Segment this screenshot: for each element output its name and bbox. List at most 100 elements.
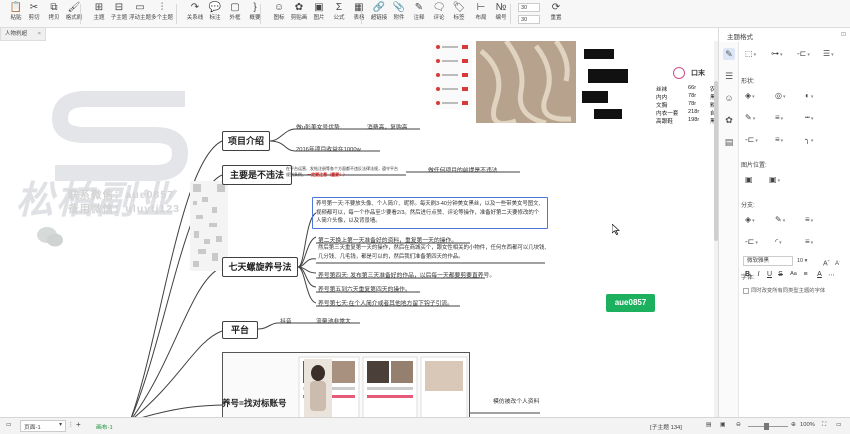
branch-fill-button[interactable]: ◈▾ — [745, 214, 755, 226]
green-label-tag[interactable]: aue0857 — [606, 294, 655, 312]
note-tab-icon[interactable]: ▤ — [723, 136, 735, 148]
toolbar-button-11[interactable]: } 概要 — [244, 2, 266, 26]
italic-button[interactable]: I — [754, 271, 763, 281]
connector-style-button[interactable]: -⊏▾ — [745, 134, 758, 146]
comment-icon: 🗨 — [432, 2, 446, 13]
style-tab-icon[interactable]: ✎ — [723, 48, 735, 60]
branch-connector-button[interactable]: -⊏▾ — [745, 236, 758, 248]
branch-structure-button[interactable]: ⊶▾ — [771, 48, 783, 60]
subtopic-premise[interactable]: 做任何项目的前提是不违法 — [428, 165, 498, 174]
zoom-out-button[interactable]: ⊖ — [736, 422, 741, 428]
border-width-button[interactable]: ≡▾ — [775, 112, 783, 124]
topic-not-illegal[interactable]: 主要是不违法 — [222, 165, 292, 185]
font-size-value: 10 — [797, 258, 804, 264]
legal-note-emphasis: 一定要注意（重要！） — [307, 172, 348, 177]
mindmap-canvas[interactable]: 松柏副业 联系微信：aue0857 备用微信：uluytj123 口末 丝袜 6… — [0, 41, 718, 417]
subtopic-day4[interactable]: 养号第四天: 发布第三天准备好的作品，以后每一天都要剪要直养号。 — [318, 270, 495, 279]
price-table: 丝袜 66r 农内内 78r 黑文胸 78r 默内衣一套 218r 自高跟鞋 198r 黑 — [656, 85, 718, 125]
subtopic-day1-selected[interactable]: 养号第一天:不要放头像、个人简介、昵称。每天刷3-40分钟美女黑丝，以及一些带美… — [312, 197, 548, 229]
spacing-input-2[interactable]: 30 — [518, 15, 540, 24]
border-style-button[interactable]: ┅▾ — [805, 112, 813, 124]
sidebar-toggle-icon[interactable]: ▭ — [6, 422, 11, 428]
outline-tab-icon[interactable]: ☰ — [723, 70, 735, 82]
sheet-tab[interactable]: 画布-1 — [96, 422, 113, 431]
page-menu-icon[interactable]: ⋮ — [68, 422, 74, 428]
font-family-value: 微软雅黑 — [747, 258, 770, 264]
connector-width-button[interactable]: ≡▾ — [775, 134, 783, 146]
page-selector[interactable]: 页面-1 ▾ — [20, 420, 66, 432]
spacing-input-1[interactable]: 30 — [518, 3, 540, 12]
document-tab-title: 人物刹超 — [5, 31, 28, 37]
toolbar-button-3[interactable]: 🖌 格式刷 — [63, 2, 85, 26]
numbering-icon: № — [495, 2, 507, 13]
topic-platform[interactable]: 平台 — [222, 321, 258, 339]
topic-benchmark-account[interactable]: 养号=找对标账号 — [222, 395, 286, 413]
checkbox-box[interactable] — [743, 287, 749, 294]
subtopic-day5-6[interactable]: 养号第五到六天重复第四天的操作。 — [318, 284, 411, 293]
presentation-icon[interactable]: ▭ — [836, 422, 841, 428]
font-grow-button[interactable]: A+ — [823, 255, 830, 267]
text-case-button[interactable]: Aa — [789, 271, 798, 281]
corner-button[interactable]: ╮▾ — [805, 134, 813, 146]
font-family-select[interactable]: 微软雅黑 — [743, 256, 793, 266]
clipart-tab-icon[interactable]: ✿ — [723, 114, 735, 126]
document-tab[interactable]: 人物刹超 × — [0, 28, 46, 41]
add-page-button[interactable]: + — [76, 420, 81, 429]
subtopic-high-consumption[interactable]: 消费高，复购高 — [367, 122, 408, 131]
subtopic-advantage[interactable]: 做u彭美女号优势 — [296, 122, 340, 131]
day1-text: 养号第一天:不要放头像、个人简介、昵称。每天刷3-40分钟美女黑丝，以及一些带美… — [316, 201, 544, 225]
bold-button[interactable]: B — [743, 271, 752, 281]
branch-curve-button[interactable]: ◜▾ — [775, 236, 782, 248]
more-format-button[interactable]: ⋯ — [827, 271, 836, 281]
underline-button[interactable]: U — [765, 271, 774, 281]
font-shrink-button[interactable]: A- — [835, 255, 840, 267]
product-list-thumbnail — [432, 41, 472, 109]
subtopic-day3[interactable]: 然后第三天重复第一天的操作，然后在商城买个，跟女性相关的小物件，任何东西都可以几… — [318, 244, 550, 261]
toolbar-button-7[interactable]: ⫶ 多个主题 — [151, 2, 173, 26]
shape-button[interactable]: ◎▾ — [775, 90, 786, 102]
icon-tab-icon[interactable]: ☺ — [723, 92, 735, 104]
connector-button[interactable]: -⊏▾ — [797, 48, 810, 60]
align-button[interactable]: ☰▾ — [823, 48, 834, 60]
copy-icon: ⧉ — [50, 2, 58, 13]
topic-project-intro[interactable]: 项目介绍 — [222, 131, 270, 151]
shadow-button[interactable]: ◐▾ — [805, 90, 813, 102]
relationship-icon: ↷ — [190, 2, 200, 13]
zoom-in-button[interactable]: ⊕ — [791, 422, 796, 428]
subtopic-imitate[interactable]: 模仿被改个人资料 — [493, 396, 539, 405]
fullscreen-icon[interactable]: ⛶ — [822, 422, 826, 429]
view-mode-icon[interactable]: ▤ — [706, 422, 711, 428]
page-selector-value: 页面-1 — [24, 425, 41, 431]
border-color-button[interactable]: ✎▾ — [745, 112, 755, 124]
toolbar-button-24[interactable]: ⟳ 重置 — [545, 2, 567, 26]
zoom-slider-knob[interactable] — [764, 423, 769, 430]
toolbar-button-23[interactable]: № 编号 — [490, 2, 512, 26]
structure-button[interactable]: ⬚▾ — [745, 48, 756, 60]
subtopic-legal-note[interactable]: 在平台运营、发帖注册等各个方面都不违反法律法规，遵守平台规则条例。 一定要注意（… — [286, 166, 398, 178]
font-color-button[interactable]: A — [815, 271, 824, 281]
text-align-button[interactable]: ≡ — [801, 271, 810, 281]
panel-close-icon[interactable]: ⊡ — [841, 31, 846, 38]
image-position-label: 图片位置: — [741, 163, 767, 169]
close-tab-icon[interactable]: × — [38, 28, 41, 40]
topic-seven-day-method[interactable]: 七天螺旋养号法 — [222, 257, 298, 277]
format-panel: 主题格式 ⊡ ✎ ☰ ☺ ✿ ▤ ⬚▾ ⊶▾ -⊏▾ ☰▾ 形状: ◈▾ ◎▾ … — [718, 28, 850, 417]
subtopic-day2[interactable]: 第二天换上第一天准备好的资料，重复第一天的操作。 — [318, 235, 457, 244]
branch-color-button[interactable]: ✎▾ — [775, 214, 785, 226]
cut-icon: ✂ — [29, 2, 39, 13]
subtopic-revenue[interactable]: 2016年项目收益在1000w — [296, 144, 361, 153]
branch-line-button[interactable]: ≡▾ — [805, 236, 813, 248]
branch-width-button[interactable]: ≡▾ — [805, 214, 813, 226]
fill-color-button[interactable]: ◈▾ — [745, 90, 755, 102]
price-table-row: 高跟鞋 198r 黑 — [656, 117, 718, 125]
subtopic-day7[interactable]: 养号第七天:在个人简介或者其他地方留下钩子引流。 — [318, 298, 453, 307]
image-align-button[interactable]: ▣▾ — [769, 174, 780, 186]
subtopic-traffic-pool[interactable]: 流量池非常大 — [316, 316, 351, 325]
strikethrough-button[interactable]: S — [776, 271, 785, 281]
font-size-select[interactable]: 10 ▾ — [797, 256, 817, 266]
image-position-button[interactable]: ▣ — [745, 174, 753, 186]
subtopic-douyin[interactable]: 抖音 — [280, 316, 292, 325]
apply-all-checkbox[interactable]: 同时改变所有同类型主题的字体 — [743, 286, 825, 294]
price-table-cell: 66r — [688, 85, 697, 91]
fit-view-icon[interactable]: ▣ — [720, 422, 725, 428]
